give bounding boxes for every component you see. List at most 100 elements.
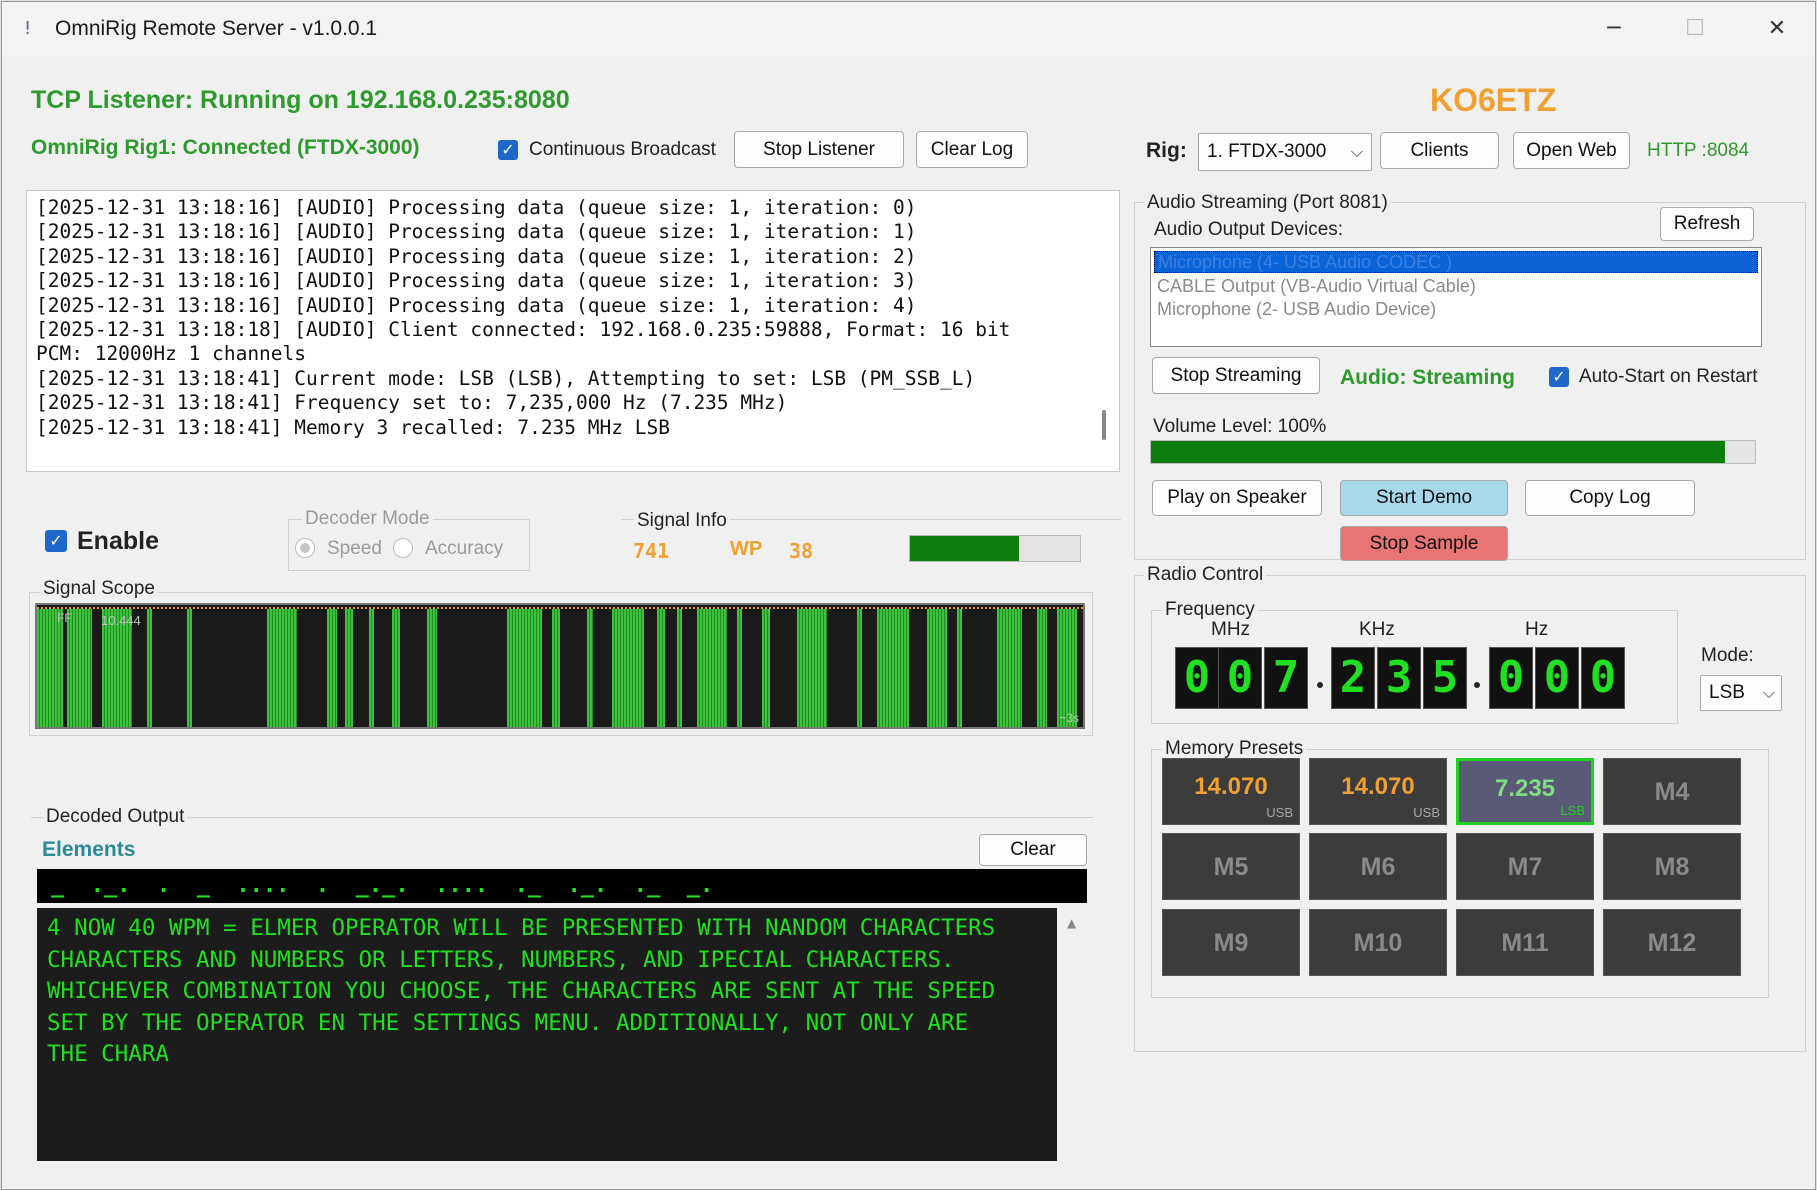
- clear-decoded-button[interactable]: Clear: [979, 834, 1087, 866]
- decoded-scrollbar[interactable]: ▲: [1060, 908, 1088, 1161]
- frequency-title: Frequency: [1162, 599, 1258, 621]
- preset-name: M4: [1654, 778, 1690, 806]
- accuracy-label: Accuracy: [425, 538, 504, 559]
- scope-signal-bar: [927, 609, 947, 727]
- frequency-digit[interactable]: 0: [1535, 647, 1579, 709]
- audio-devices-list[interactable]: Microphone (4- USB Audio CODEC ) CABLE Ou…: [1150, 247, 1762, 347]
- refresh-button[interactable]: Refresh: [1660, 207, 1754, 241]
- wp-label: WP: [730, 538, 763, 560]
- mode-label: Mode:: [1701, 645, 1754, 666]
- speed-radio[interactable]: [295, 538, 315, 558]
- preset-name: M11: [1501, 929, 1549, 957]
- log-line: [2025-12-31 13:18:16] [AUDIO] Processing…: [36, 244, 917, 268]
- memory-preset-empty[interactable]: M4: [1603, 758, 1741, 825]
- scroll-up-icon[interactable]: ▲: [1067, 916, 1076, 930]
- decoded-line: CHARACTERS AND NUMBERS OR LETTERS, NUMBE…: [47, 946, 955, 973]
- app-icon: !: [24, 18, 32, 39]
- rig-select[interactable]: 1. FTDX-3000 ⌵: [1198, 133, 1372, 171]
- frequency-digit[interactable]: 2: [1331, 647, 1375, 709]
- decoded-textbox[interactable]: 4 NOW 40 WPM = ELMER OPERATOR WILL BE PR…: [37, 908, 1057, 1161]
- signal-info-title: Signal Info: [634, 510, 730, 532]
- copy-log-button[interactable]: Copy Log: [1525, 480, 1695, 516]
- signal-value: 741: [633, 539, 670, 563]
- app-window: ! OmniRig Remote Server - v1.0.0.1 ─ ☐ ✕…: [1, 1, 1816, 1190]
- memory-preset-empty[interactable]: M12: [1603, 909, 1741, 976]
- frequency-digit[interactable]: 3: [1377, 647, 1421, 709]
- frequency-digit[interactable]: 0: [1175, 647, 1219, 709]
- enable-label: Enable: [77, 527, 159, 555]
- log-line: [2025-12-31 13:18:41] Memory 3 recalled:…: [36, 415, 670, 439]
- audio-device-item[interactable]: Microphone (4- USB Audio CODEC ): [1154, 251, 1758, 273]
- decoder-mode-title: Decoder Mode: [302, 508, 433, 530]
- clear-log-button[interactable]: Clear Log: [916, 131, 1028, 168]
- memory-preset-button[interactable]: 14.070 USB: [1162, 758, 1300, 825]
- decoded-line: WHICHEVER COMBINATION YOU CHOOSE, THE CH…: [47, 978, 996, 1004]
- auto-start-checkbox[interactable]: ✓: [1549, 367, 1569, 387]
- title-bar[interactable]: ! OmniRig Remote Server - v1.0.0.1 ─ ☐ ✕: [2, 2, 1815, 56]
- memory-preset-empty[interactable]: M8: [1603, 833, 1741, 900]
- memory-preset-button[interactable]: 14.070 USB: [1309, 758, 1447, 825]
- memory-preset-empty[interactable]: M5: [1162, 833, 1300, 900]
- frequency-digit[interactable]: 7: [1264, 647, 1308, 709]
- frequency-digit[interactable]: 0: [1489, 647, 1533, 709]
- memory-preset-empty[interactable]: M7: [1456, 833, 1594, 900]
- log-line: [2025-12-31 13:18:16] [AUDIO] Processing…: [36, 269, 917, 293]
- log-scrollbar[interactable]: [1102, 410, 1106, 440]
- scope-signal-bar: [1057, 609, 1077, 727]
- signal-scope: FF 10.444 ~3s: [35, 603, 1085, 729]
- scope-signal-bar: [657, 609, 665, 727]
- continuous-broadcast-label: Continuous Broadcast: [529, 139, 716, 160]
- memory-preset-button[interactable]: 7.235 LSB: [1456, 758, 1594, 825]
- log-line: [2025-12-31 13:18:18] [AUDIO] Client con…: [36, 318, 1011, 342]
- stop-listener-button[interactable]: Stop Listener: [734, 131, 904, 168]
- preset-name: M7: [1507, 853, 1543, 881]
- scope-signal-bar: [677, 609, 682, 727]
- scope-signal-bar: [67, 609, 92, 727]
- memory-preset-empty[interactable]: M11: [1456, 909, 1594, 976]
- frequency-separator: [1474, 682, 1480, 688]
- rig-label: Rig:: [1146, 139, 1187, 162]
- enable-checkbox[interactable]: ✓: [45, 530, 67, 552]
- scope-signal-bar: [327, 609, 337, 727]
- audio-device-item[interactable]: Microphone (2- USB Audio Device): [1154, 299, 1758, 319]
- stop-sample-button[interactable]: Stop Sample: [1340, 526, 1508, 561]
- log-line: [2025-12-31 13:18:16] [AUDIO] Processing…: [36, 293, 917, 317]
- start-demo-button[interactable]: Start Demo: [1340, 480, 1508, 516]
- maximize-button[interactable]: ☐: [1665, 10, 1725, 48]
- continuous-broadcast-checkbox[interactable]: ✓: [498, 140, 518, 160]
- preset-mode: USB: [1413, 805, 1440, 820]
- minimize-button[interactable]: ─: [1584, 10, 1644, 48]
- tcp-status: TCP Listener: Running on 192.168.0.235:8…: [31, 86, 570, 114]
- auto-start-label: Auto-Start on Restart: [1579, 366, 1758, 387]
- audio-device-item[interactable]: CABLE Output (VB-Audio Virtual Cable): [1154, 276, 1758, 296]
- play-on-speaker-button[interactable]: Play on Speaker: [1152, 480, 1322, 516]
- decoded-line: SET BY THE OPERATOR EN THE SETTINGS MENU…: [47, 1009, 969, 1036]
- preset-mode: LSB: [1560, 803, 1585, 818]
- signal-level-fill: [910, 536, 1019, 561]
- preset-name: M12: [1647, 929, 1697, 957]
- frequency-digit[interactable]: 5: [1423, 647, 1467, 709]
- open-web-button[interactable]: Open Web: [1513, 132, 1630, 169]
- signal-scope-title: Signal Scope: [40, 578, 158, 600]
- scope-signal-bar: [697, 609, 727, 727]
- chevron-down-icon: ⌵: [1762, 683, 1775, 702]
- scope-signal-bar: [147, 609, 152, 727]
- volume-fill: [1151, 441, 1725, 463]
- scope-signal-bar: [345, 609, 353, 727]
- mhz-label: MHz: [1211, 619, 1251, 640]
- clients-button[interactable]: Clients: [1380, 132, 1499, 169]
- memory-preset-empty[interactable]: M10: [1309, 909, 1447, 976]
- frequency-digit[interactable]: 0: [1218, 647, 1262, 709]
- close-button[interactable]: ✕: [1747, 10, 1807, 48]
- stop-streaming-button[interactable]: Stop Streaming: [1152, 357, 1320, 394]
- speed-label: Speed: [327, 538, 382, 559]
- log-textbox[interactable]: [2025-12-31 13:18:16] [AUDIO] Processing…: [26, 190, 1120, 472]
- memory-preset-empty[interactable]: M9: [1162, 909, 1300, 976]
- memory-preset-empty[interactable]: M6: [1309, 833, 1447, 900]
- radio-control-title: Radio Control: [1144, 564, 1267, 586]
- accuracy-radio[interactable]: [393, 538, 413, 558]
- mode-select[interactable]: LSB ⌵: [1700, 675, 1782, 711]
- frequency-digit[interactable]: 0: [1581, 647, 1625, 709]
- scope-signal-bar: [267, 609, 297, 727]
- scope-signal-bar: [997, 609, 1022, 727]
